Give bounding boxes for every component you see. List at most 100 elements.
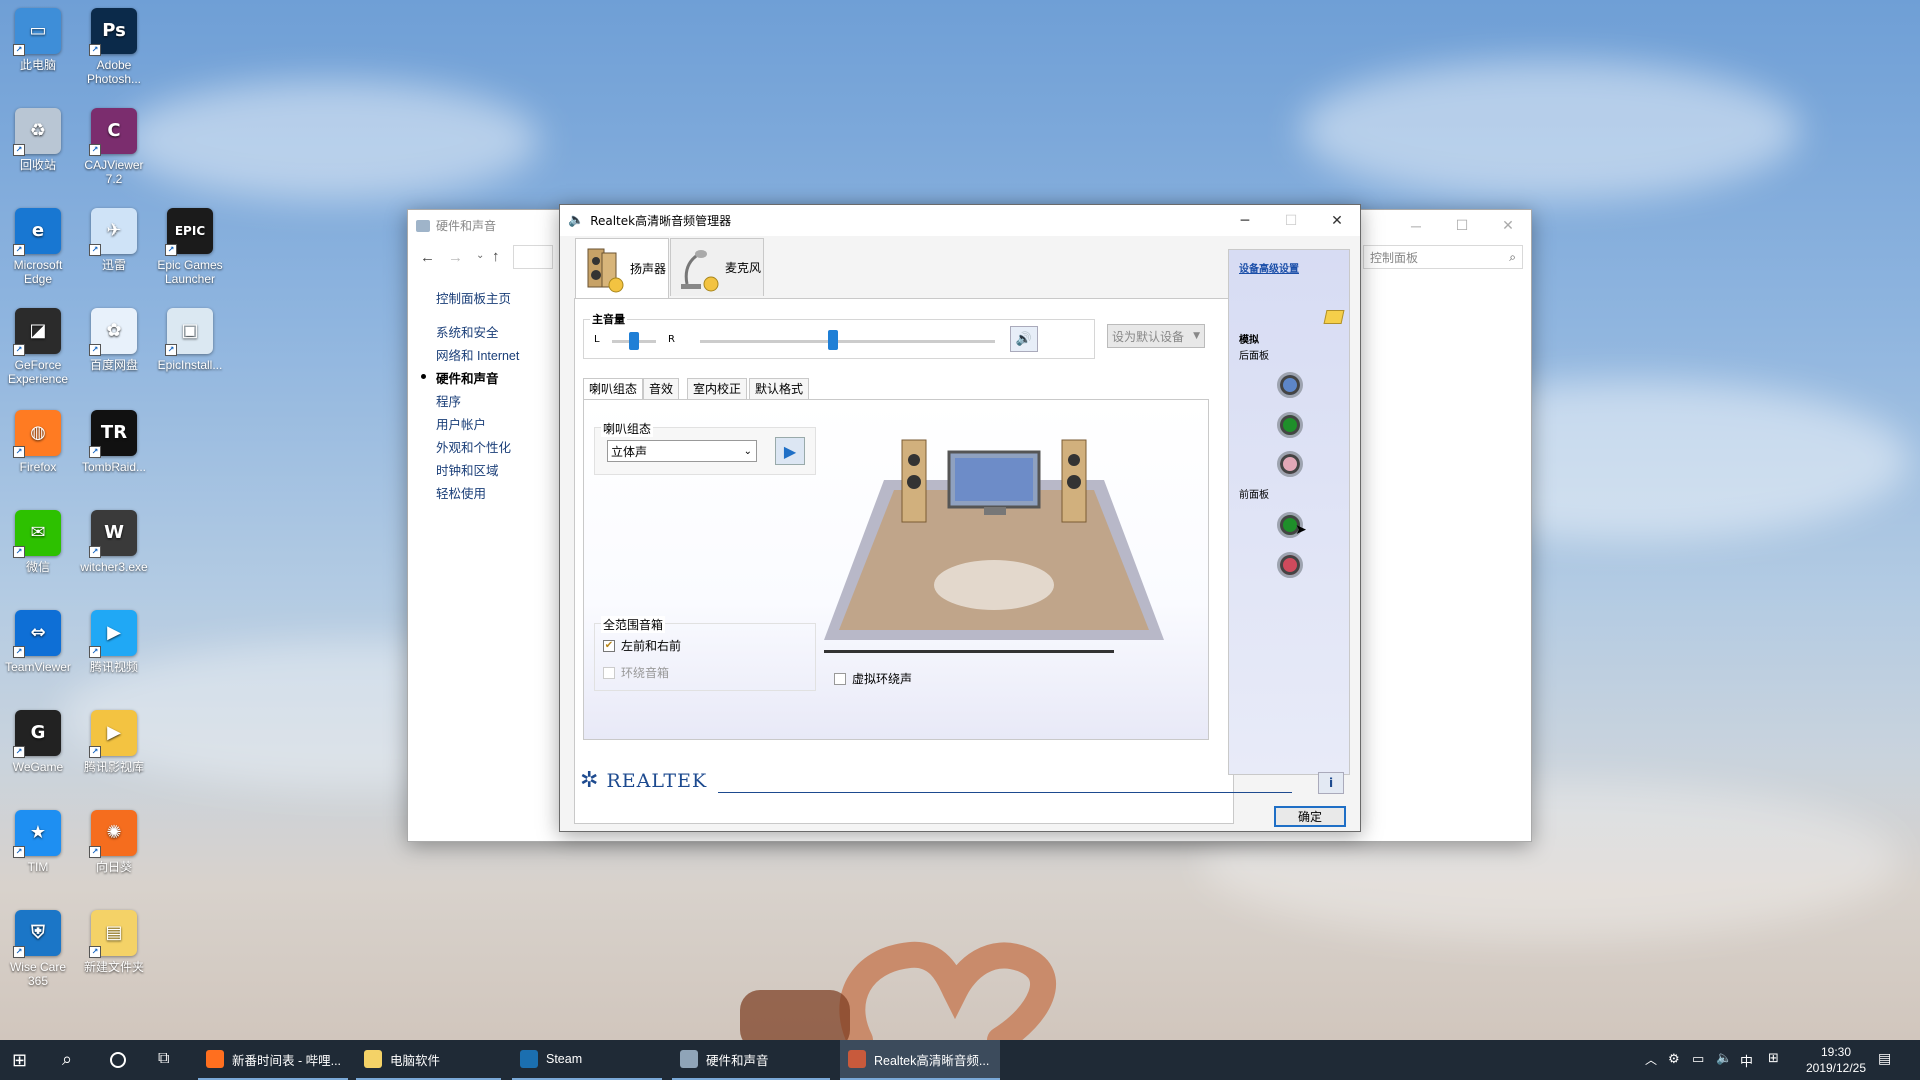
advanced-settings-link[interactable]: 设备高级设置 [1239,260,1299,275]
desktop-icon[interactable]: ✈ ↗ 迅雷 [76,208,152,272]
desktop-icon[interactable]: ▣ ↗ EpicInstall... [152,308,228,372]
desktop-icon[interactable]: Ps ↗ Adobe Photosh... [76,8,152,86]
search-icon[interactable]: ⌕ [62,1049,72,1070]
clock[interactable]: 19:30 2019/12/25 [1796,1044,1876,1076]
dropdown-arrow-icon: ▼ [1193,331,1200,341]
tab-microphone[interactable]: 麦克风 [670,238,764,296]
sidebar-link[interactable]: 网络和 Internet [436,345,519,364]
keyboard-icon[interactable]: ⊞ [1768,1050,1779,1066]
volume-slider[interactable] [827,330,838,350]
search-box[interactable]: 控制面板 ⌕ [1363,245,1523,269]
desktop-icon[interactable]: ✉ ↗ 微信 [0,510,76,574]
desktop-icon[interactable]: ★ ↗ TIM [0,810,76,874]
rear-jack-pink[interactable] [1277,451,1303,477]
task-view-icon[interactable]: ⧉ [158,1050,169,1068]
desktop-icon[interactable]: ▤ ↗ 新建文件夹 [76,910,152,974]
checkbox-icon [834,672,846,685]
desktop-icon[interactable]: ♻ ↗ 回收站 [0,108,76,172]
front-lr-checkbox[interactable]: ✔ 左前和右前 [603,637,681,654]
rear-jack-green[interactable] [1277,412,1303,438]
shortcut-arrow-icon: ↗ [89,446,101,458]
maximize-button[interactable]: ☐ [1439,210,1485,241]
desktop-icon[interactable]: ✿ ↗ 百度网盘 [76,308,152,372]
desktop-icon-label: TIM [27,860,49,874]
shortcut-arrow-icon: ↗ [89,846,101,858]
volume-tray-icon[interactable]: 🔈 [1716,1050,1732,1066]
speaker-config-select[interactable]: 立体声 ⌄ [607,440,757,462]
desktop-icon[interactable]: EPIC ↗ Epic Games Launcher [152,208,228,286]
windows-start-icon[interactable]: ⊞ [12,1050,27,1071]
desktop-icon-label: 百度网盘 [89,358,138,372]
folder-icon[interactable] [1323,310,1345,324]
taskbar-app-button[interactable]: 硬件和声音 [672,1040,830,1080]
minimize-button[interactable]: ─ [1222,205,1268,236]
address-bar[interactable] [513,245,553,269]
taskbar-app-button[interactable]: Realtek高清晰音频... [840,1040,1000,1080]
balance-slider[interactable] [629,332,639,350]
subtab[interactable]: 音效 [643,378,680,400]
ok-button[interactable]: 确定 [1274,806,1346,827]
virtual-surround-checkbox[interactable]: 虚拟环绕声 [834,670,912,687]
desktop-icon[interactable]: ◍ ↗ Firefox [0,410,76,474]
app-icon: ⛨ ↗ [13,910,61,958]
show-hidden-icons-icon[interactable]: ︿ [1645,1051,1657,1068]
back-arrow-icon[interactable]: ← [420,249,435,266]
desktop-icon[interactable]: ▭ ↗ 此电脑 [0,8,76,72]
realtek-window[interactable]: 🔈 Realtek高清晰音频管理器 ─ ☐ ✕ 扬声器 麦克风 主音量 L R … [559,204,1361,832]
forward-arrow-icon[interactable]: → [448,249,463,266]
desktop-icon[interactable]: ▶ ↗ 腾讯视频 [76,610,152,674]
sidebar-link[interactable]: 用户帐户 [436,414,486,433]
tab-speaker[interactable]: 扬声器 [575,238,669,298]
sidebar-link[interactable]: 硬件和声音 [436,368,499,387]
minimize-button[interactable]: ─ [1393,210,1439,241]
shortcut-arrow-icon: ↗ [89,546,101,558]
sidebar-link[interactable]: 轻松使用 [436,483,486,502]
desktop-icon-label: witcher3.exe [80,560,148,574]
close-button[interactable]: ✕ [1485,210,1531,241]
desktop-icon[interactable]: e ↗ Microsoft Edge [0,208,76,286]
mute-button[interactable]: 🔊 [1010,326,1038,352]
sidebar-link[interactable]: 系统和安全 [436,322,499,341]
sidebar-link[interactable]: 控制面板主页 [436,288,511,307]
realtek-titlebar[interactable]: 🔈 Realtek高清晰音频管理器 ─ ☐ ✕ [560,205,1360,236]
shortcut-arrow-icon: ↗ [89,244,101,256]
volume-track [700,340,995,343]
sidebar-link[interactable]: 时钟和区域 [436,460,499,479]
up-arrow-icon[interactable]: ↑ [492,248,500,265]
subtab[interactable]: 喇叭组态 [583,378,644,400]
surround-checkbox[interactable]: 环绕音箱 [603,664,669,681]
desktop-icon-label: 此电脑 [19,58,56,72]
subtab[interactable]: 室内校正 [687,378,748,400]
taskbar-app-button[interactable]: 电脑软件 [356,1040,501,1080]
desktop-icon[interactable]: ✺ ↗ 向日葵 [76,810,152,874]
desktop-icon[interactable]: ⇔ ↗ TeamViewer [0,610,76,674]
desktop-icon[interactable]: C ↗ CAJViewer 7.2 [76,108,152,186]
close-button[interactable]: ✕ [1314,205,1360,236]
taskbar-app-button[interactable]: 新番时间表 - 哔哩... [198,1040,348,1080]
sidebar-link[interactable]: 程序 [436,391,461,410]
desktop-icon[interactable]: G ↗ WeGame [0,710,76,774]
steam-tray-icon[interactable]: ⚙ [1668,1051,1680,1067]
balance-right-label: R [668,334,675,345]
chevron-down-icon[interactable]: ⌄ [476,250,484,261]
set-default-device-dropdown[interactable]: 设为默认设备 ▼ [1107,324,1205,348]
info-button[interactable]: i [1318,772,1344,794]
desktop-icon[interactable]: W ↗ witcher3.exe [76,510,152,574]
desktop-icon[interactable]: ◪ ↗ GeForce Experience [0,308,76,386]
taskbar-app-button[interactable]: Steam [512,1040,662,1080]
play-test-button[interactable]: ▶ [775,437,805,465]
cortana-icon[interactable] [110,1052,126,1068]
front-jack-red[interactable] [1277,552,1303,578]
desktop-icon[interactable]: ▶ ↗ 腾讯影视库 [76,710,152,774]
notification-icon[interactable]: ▤ [1878,1050,1891,1067]
desktop-icon[interactable]: TR ↗ TombRaid... [76,410,152,474]
tab-speaker-label: 扬声器 [630,262,667,276]
sidebar-link[interactable]: 外观和个性化 [436,437,511,456]
ime-indicator[interactable]: 中 [1740,1051,1753,1070]
maximize-button[interactable]: ☐ [1268,205,1314,236]
subtab[interactable]: 默认格式 [749,378,810,400]
desktop-icon[interactable]: ⛨ ↗ Wise Care 365 [0,910,76,988]
front-lr-label: 左前和右前 [621,639,682,653]
network-icon[interactable]: ▭ [1692,1051,1704,1067]
rear-jack-blue[interactable] [1277,372,1303,398]
